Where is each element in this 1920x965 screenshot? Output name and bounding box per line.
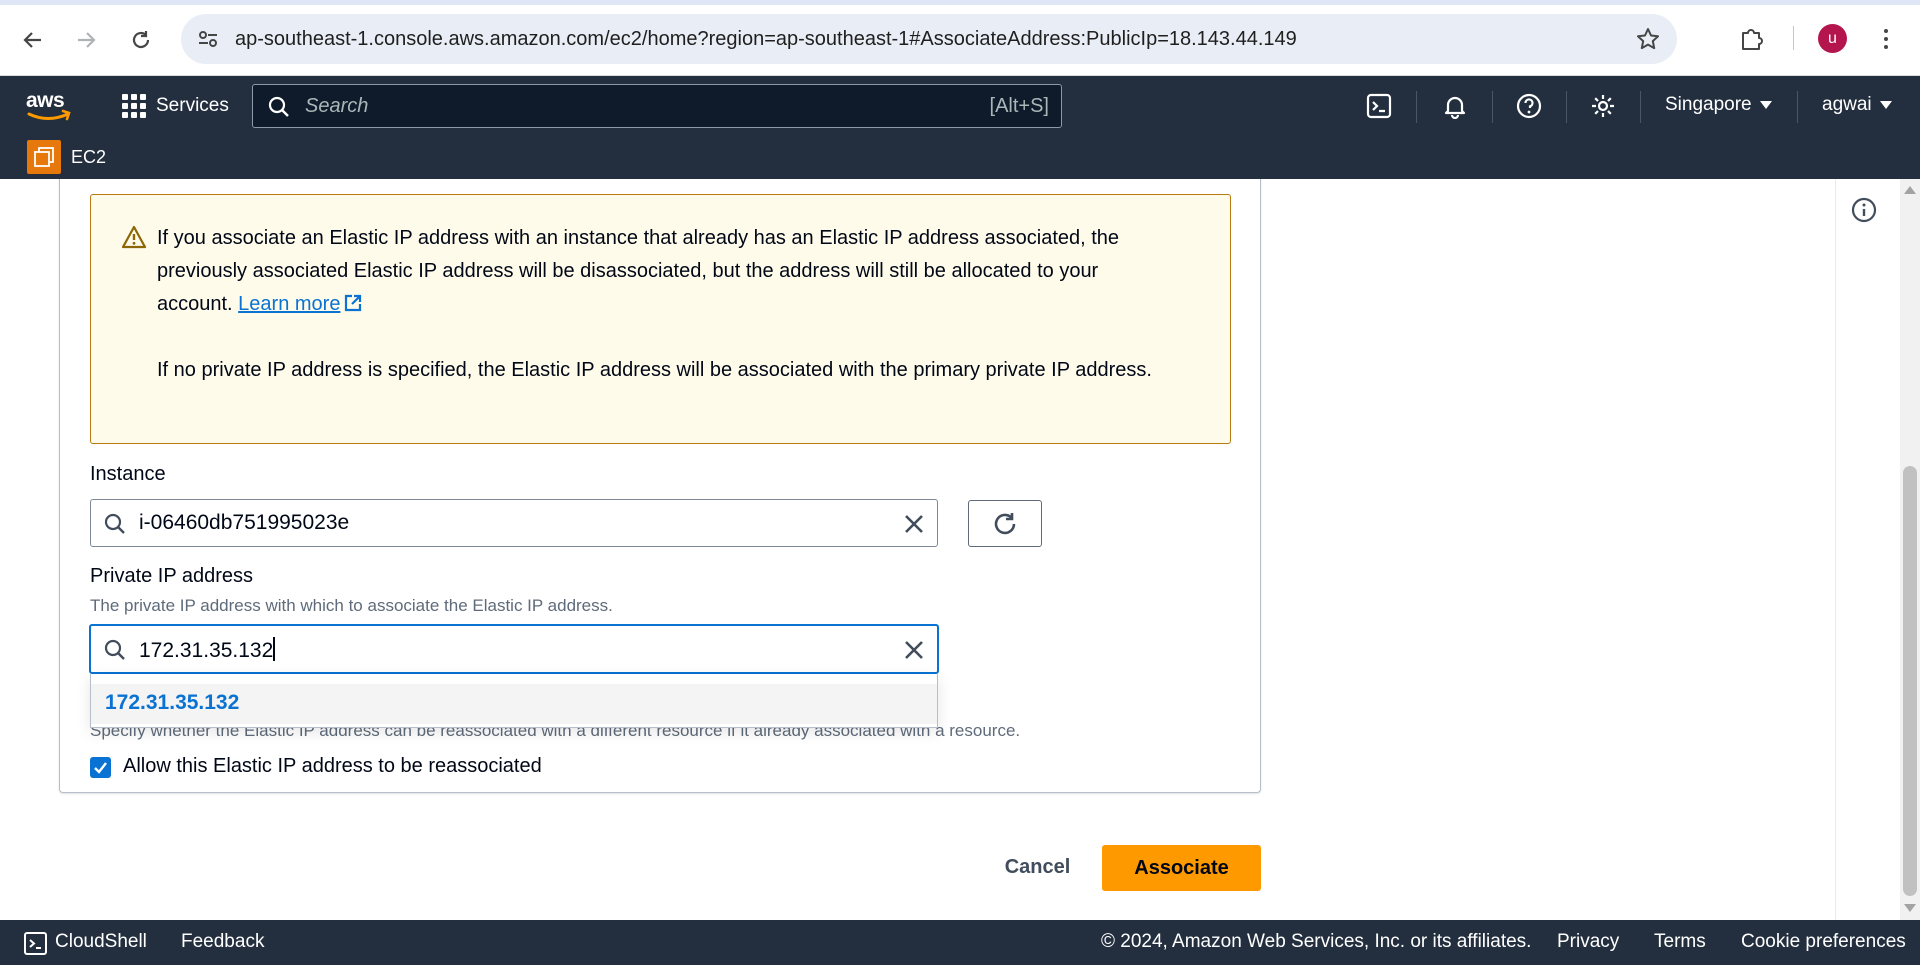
info-panel-icon[interactable]	[1851, 197, 1877, 223]
help-icon[interactable]	[1515, 92, 1543, 120]
feedback-link[interactable]: Feedback	[181, 931, 264, 953]
aws-logo[interactable]: aws	[26, 88, 74, 124]
services-label: Services	[156, 95, 229, 116]
external-link-icon	[345, 294, 362, 312]
search-icon	[104, 639, 125, 660]
instance-label: Instance	[90, 463, 166, 485]
back-icon[interactable]	[15, 22, 51, 58]
scroll-up-arrow-icon[interactable]	[1904, 186, 1916, 194]
utility-panel	[1835, 179, 1900, 920]
associate-button[interactable]: Associate	[1102, 845, 1261, 891]
settings-gear-icon[interactable]	[1589, 92, 1617, 120]
browser-tab-strip	[0, 0, 1920, 5]
profile-initial: u	[1828, 29, 1837, 47]
instance-value: i-06460db751995023e	[139, 511, 350, 534]
cancel-button[interactable]: Cancel	[985, 845, 1090, 889]
console-footer: CloudShell Feedback © 2024, Amazon Web S…	[0, 920, 1920, 965]
aws-search-input[interactable]: Search [Alt+S]	[252, 84, 1062, 128]
privacy-link[interactable]: Privacy	[1557, 931, 1619, 953]
url-text[interactable]: ap-southeast-1.console.aws.amazon.com/ec…	[235, 28, 1297, 51]
ec2-favorite-link[interactable]: EC2	[71, 147, 106, 168]
learn-more-label: Learn more	[238, 293, 341, 315]
reassociation-checkbox-label[interactable]: Allow this Elastic IP address to be reas…	[123, 755, 542, 778]
ec2-service-icon[interactable]	[27, 140, 61, 174]
clear-icon[interactable]	[901, 511, 927, 537]
svg-text:aws: aws	[26, 89, 64, 112]
main-content: If you associate an Elastic IP address w…	[0, 179, 1835, 920]
toolbar-divider	[1793, 26, 1794, 50]
services-grid-icon	[122, 94, 146, 118]
user-label: agwai	[1822, 94, 1872, 115]
private-ip-value: 172.31.35.132	[139, 639, 274, 662]
private-ip-input[interactable]: 172.31.35.132	[89, 624, 939, 674]
alert-paragraph-2: If no private IP address is specified, t…	[157, 359, 1152, 381]
search-icon	[104, 513, 125, 534]
copyright-text: © 2024, Amazon Web Services, Inc. or its…	[1101, 931, 1532, 952]
account-menu[interactable]: agwai	[1822, 94, 1892, 116]
reload-icon[interactable]	[123, 22, 159, 58]
notifications-bell-icon[interactable]	[1441, 92, 1469, 120]
cloudshell-icon[interactable]	[1365, 92, 1393, 120]
cookie-preferences-link[interactable]: Cookie preferences	[1741, 931, 1906, 953]
checkmark-icon	[94, 762, 107, 774]
clear-icon[interactable]	[901, 637, 927, 663]
dropdown-option[interactable]: 172.31.35.132	[91, 684, 937, 724]
learn-more-link[interactable]: Learn more	[238, 293, 363, 315]
bookmark-star-icon[interactable]	[1635, 26, 1661, 52]
nav-divider	[1640, 91, 1641, 123]
reassociation-checkbox[interactable]	[90, 757, 111, 778]
search-placeholder: Search	[305, 95, 369, 117]
site-info-icon[interactable]	[197, 28, 219, 50]
address-bar[interactable]: ap-southeast-1.console.aws.amazon.com/ec…	[181, 14, 1677, 64]
extensions-icon[interactable]	[1738, 24, 1766, 52]
scroll-down-arrow-icon[interactable]	[1904, 904, 1916, 912]
refresh-instances-button[interactable]	[968, 500, 1042, 547]
search-icon	[268, 96, 289, 117]
cloudshell-link[interactable]: CloudShell	[55, 931, 147, 953]
private-ip-label: Private IP address	[90, 565, 254, 587]
nav-divider	[1797, 91, 1798, 123]
dropdown-option-label: 172.31.35.132	[105, 691, 240, 714]
text-cursor	[273, 637, 276, 661]
browser-menu-icon[interactable]	[1876, 24, 1896, 54]
private-ip-description: The private IP address with which to ass…	[90, 596, 613, 615]
warning-icon	[121, 225, 147, 249]
nav-divider	[1492, 91, 1493, 123]
terms-link[interactable]: Terms	[1654, 931, 1706, 953]
instance-input[interactable]: i-06460db751995023e	[90, 499, 938, 547]
forward-icon[interactable]	[68, 22, 104, 58]
region-selector[interactable]: Singapore	[1665, 94, 1772, 116]
search-shortcut: [Alt+S]	[989, 95, 1049, 117]
private-ip-value-wrap: 172.31.35.132	[139, 637, 276, 663]
region-label: Singapore	[1665, 94, 1752, 115]
caret-down-icon	[1879, 101, 1892, 109]
profile-avatar[interactable]: u	[1818, 24, 1847, 53]
nav-divider	[1416, 91, 1417, 123]
private-ip-dropdown: 172.31.35.132	[90, 674, 938, 728]
warning-alert: If you associate an Elastic IP address w…	[90, 194, 1231, 444]
refresh-icon	[994, 512, 1016, 534]
services-menu-button[interactable]: Services	[122, 92, 229, 120]
caret-down-icon	[1759, 101, 1772, 109]
scrollbar-thumb[interactable]	[1903, 466, 1917, 896]
cloudshell-footer-icon[interactable]	[24, 932, 47, 955]
nav-divider	[1566, 91, 1567, 123]
